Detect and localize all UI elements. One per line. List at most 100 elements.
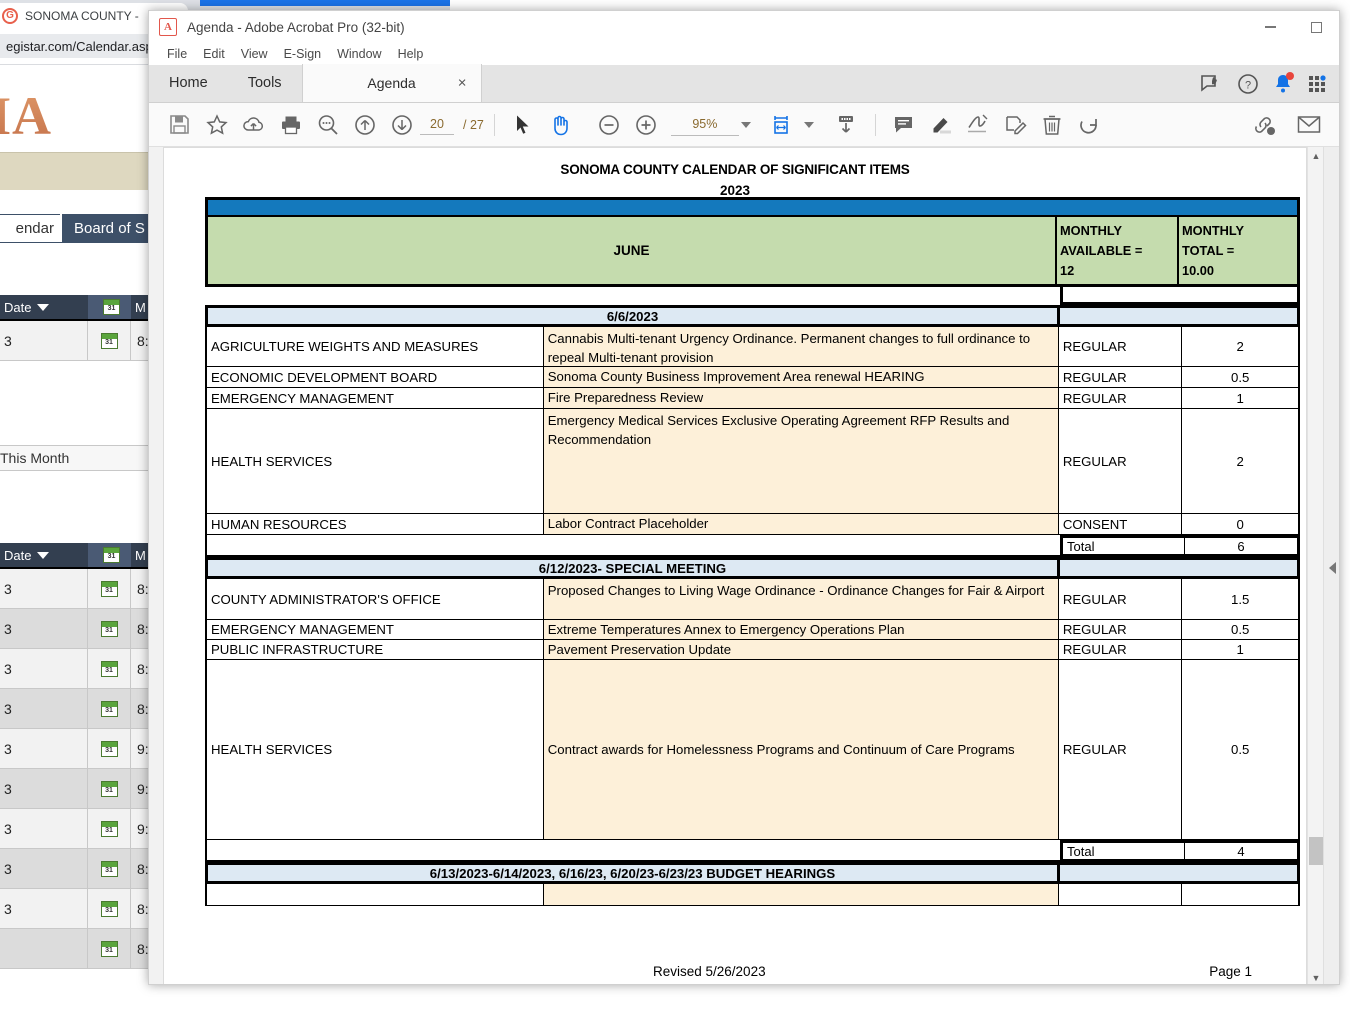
tab-document-agenda[interactable]: Agenda ×: [302, 64, 482, 102]
cell-date: 3: [0, 849, 88, 888]
agenda-description: Extreme Temperatures Annex to Emergency …: [544, 620, 1059, 639]
cell-calendar-icon[interactable]: 31: [88, 609, 131, 648]
page-total-label: / 27: [463, 118, 484, 132]
agenda-row: ECONOMIC DEVELOPMENT BOARDSonoma County …: [205, 367, 1300, 388]
cell-calendar-icon[interactable]: 31: [88, 849, 131, 888]
agenda-hours: 1: [1182, 640, 1298, 659]
site-nav-tab-calendar[interactable]: endar: [0, 214, 60, 242]
agenda-date-label: 6/6/2023: [205, 305, 1060, 327]
cell-date: 3: [0, 649, 88, 688]
zoom-dropdown-caret-icon[interactable]: [741, 122, 751, 128]
close-icon[interactable]: ×: [458, 76, 467, 91]
fill-and-sign-icon[interactable]: [997, 108, 1034, 142]
menu-edit[interactable]: Edit: [195, 45, 233, 63]
menu-window[interactable]: Window: [329, 45, 389, 63]
page-number-input[interactable]: 20: [420, 114, 454, 135]
agenda-hours: 0: [1182, 514, 1298, 534]
acrobat-tab-bar: Home Tools Agenda × ?: [149, 65, 1339, 103]
comment-icon[interactable]: [886, 108, 923, 142]
acrobat-toolbar: 20 / 27 95%: [149, 103, 1339, 147]
email-icon[interactable]: [1290, 108, 1327, 142]
sign-icon[interactable]: [960, 108, 997, 142]
footer-page-number: Page 1: [1209, 964, 1252, 979]
column-header-date[interactable]: Date: [0, 543, 88, 567]
scroll-up-arrow-icon[interactable]: ▲: [1308, 147, 1324, 164]
fit-page-width-icon[interactable]: [765, 108, 802, 142]
tab-home[interactable]: Home: [149, 64, 228, 102]
cell-calendar-icon[interactable]: 31: [88, 649, 131, 688]
toolbar-divider-2: [875, 114, 876, 136]
select-tool-icon[interactable]: [505, 108, 542, 142]
total-row-left: [205, 840, 1060, 862]
app-grid-icon[interactable]: [1307, 74, 1327, 94]
agenda-row: EMERGENCY MANAGEMENTExtreme Temperatures…: [205, 620, 1300, 640]
document-vertical-scrollbar[interactable]: ▲ ▼: [1307, 147, 1323, 985]
cell-calendar-icon[interactable]: 31: [88, 729, 131, 768]
zoom-out-icon[interactable]: [591, 108, 628, 142]
notification-bell-icon[interactable]: [1273, 73, 1293, 95]
scrollbar-thumb[interactable]: [1309, 837, 1323, 865]
fit-dropdown-caret-icon[interactable]: [804, 122, 814, 128]
cell-calendar-icon[interactable]: 31: [88, 809, 131, 848]
cloud-upload-icon[interactable]: [235, 108, 272, 142]
previous-page-icon[interactable]: [346, 108, 383, 142]
calendar-icon: 31: [101, 781, 118, 797]
cell-calendar-icon[interactable]: 31: [88, 689, 131, 728]
right-panel-rail[interactable]: [1323, 147, 1340, 985]
agenda-description: Emergency Medical Services Exclusive Ope…: [544, 409, 1059, 513]
next-page-icon[interactable]: [383, 108, 420, 142]
monthly-total-line2: TOTAL =: [1182, 241, 1292, 261]
hand-tool-icon[interactable]: [542, 108, 579, 142]
star-icon[interactable]: [198, 108, 235, 142]
column-header-date[interactable]: Date: [0, 295, 88, 319]
menu-esign[interactable]: E-Sign: [276, 45, 330, 63]
agenda-row: HUMAN RESOURCESLabor Contract Placeholde…: [205, 514, 1300, 535]
cell-calendar-icon[interactable]: 31: [88, 929, 131, 968]
tab-tools[interactable]: Tools: [228, 64, 302, 102]
acrobat-menu-bar: File Edit View E-Sign Window Help: [149, 43, 1339, 65]
agenda-row: HEALTH SERVICESContract awards for Homel…: [205, 660, 1300, 840]
tab-document-label: Agenda: [367, 75, 415, 91]
print-icon[interactable]: [272, 108, 309, 142]
column-header-date-label: Date: [4, 300, 31, 315]
cell-date: [0, 929, 88, 968]
agenda-type: REGULAR: [1059, 367, 1183, 387]
agenda-description: Cannabis Multi-tenant Urgency Ordinance.…: [544, 327, 1059, 366]
scroll-mode-icon[interactable]: [828, 108, 865, 142]
expand-right-panel-icon[interactable]: [1329, 562, 1336, 574]
column-header-calendar: 31: [88, 543, 131, 567]
zoom-level-input[interactable]: 95%: [671, 114, 739, 136]
share-link-icon[interactable]: [1245, 108, 1282, 142]
save-icon[interactable]: [161, 108, 198, 142]
menu-help[interactable]: Help: [390, 45, 432, 63]
cell-date: 3: [0, 321, 88, 360]
agenda-date-right: [1060, 305, 1300, 327]
calendar-icon: 31: [101, 333, 118, 349]
column-header-calendar: 31: [88, 295, 131, 319]
scroll-down-arrow-icon[interactable]: ▼: [1308, 969, 1324, 985]
calendar-icon: 31: [101, 861, 118, 877]
menu-file[interactable]: File: [159, 45, 195, 63]
highlight-icon[interactable]: [923, 108, 960, 142]
menu-view[interactable]: View: [233, 45, 276, 63]
feedback-icon[interactable]: [1201, 74, 1223, 94]
help-icon[interactable]: ?: [1237, 73, 1259, 95]
find-icon[interactable]: [309, 108, 346, 142]
cell-calendar-icon[interactable]: 31: [88, 321, 131, 360]
spacer-left: [205, 287, 1060, 305]
total-row-left: [205, 535, 1060, 557]
rotate-icon[interactable]: [1071, 108, 1108, 142]
cell-calendar-icon[interactable]: 31: [88, 569, 131, 608]
monthly-available-cell: MONTHLY AVAILABLE = 12: [1057, 217, 1179, 284]
empty-type: [1059, 884, 1183, 905]
cell-calendar-icon[interactable]: 31: [88, 889, 131, 928]
agenda-date-label: 6/12/2023- SPECIAL MEETING: [205, 557, 1060, 579]
calendar-icon: 31: [101, 701, 118, 717]
agenda-row: AGRICULTURE WEIGHTS AND MEASURESCannabis…: [205, 327, 1300, 367]
delete-page-icon[interactable]: [1034, 108, 1071, 142]
total-value: 4: [1185, 843, 1297, 859]
zoom-in-icon[interactable]: [628, 108, 665, 142]
cell-calendar-icon[interactable]: 31: [88, 769, 131, 808]
maximize-button[interactable]: [1293, 11, 1339, 43]
minimize-button[interactable]: [1247, 11, 1293, 43]
